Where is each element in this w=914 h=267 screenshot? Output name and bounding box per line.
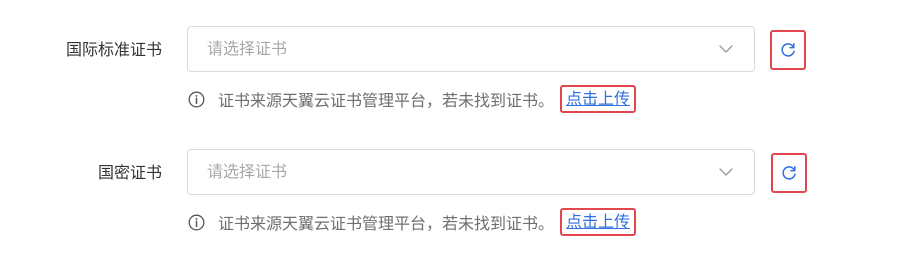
info-circle-icon (188, 91, 205, 107)
refresh-button-international[interactable] (770, 30, 806, 70)
chevron-down-icon (719, 45, 733, 53)
select-placeholder: 请选择证书 (207, 162, 288, 181)
chevron-down-icon (719, 168, 733, 176)
refresh-icon (782, 166, 796, 180)
cert-source-hint: 证书来源天翼云证书管理平台，若未找到证书。 点击上传 (187, 207, 637, 237)
refresh-button-sm[interactable] (771, 153, 807, 193)
field-label-international-cert: 国际标准证书 (65, 40, 162, 59)
upload-link[interactable]: 点击上传 (560, 85, 637, 113)
upload-link[interactable]: 点击上传 (560, 208, 637, 236)
cert-select-international[interactable]: 请选择证书 (187, 26, 755, 72)
hint-text: 证书来源天翼云证书管理平台，若未找到证书。 (218, 214, 555, 233)
refresh-icon (781, 43, 795, 57)
hint-text: 证书来源天翼云证书管理平台，若未找到证书。 (218, 91, 555, 110)
select-placeholder: 请选择证书 (207, 39, 288, 58)
info-circle-icon (188, 214, 205, 230)
cert-source-hint: 证书来源天翼云证书管理平台，若未找到证书。 点击上传 (187, 84, 637, 114)
cert-select-sm[interactable]: 请选择证书 (187, 149, 755, 195)
field-label-sm-cert: 国密证书 (97, 163, 162, 182)
